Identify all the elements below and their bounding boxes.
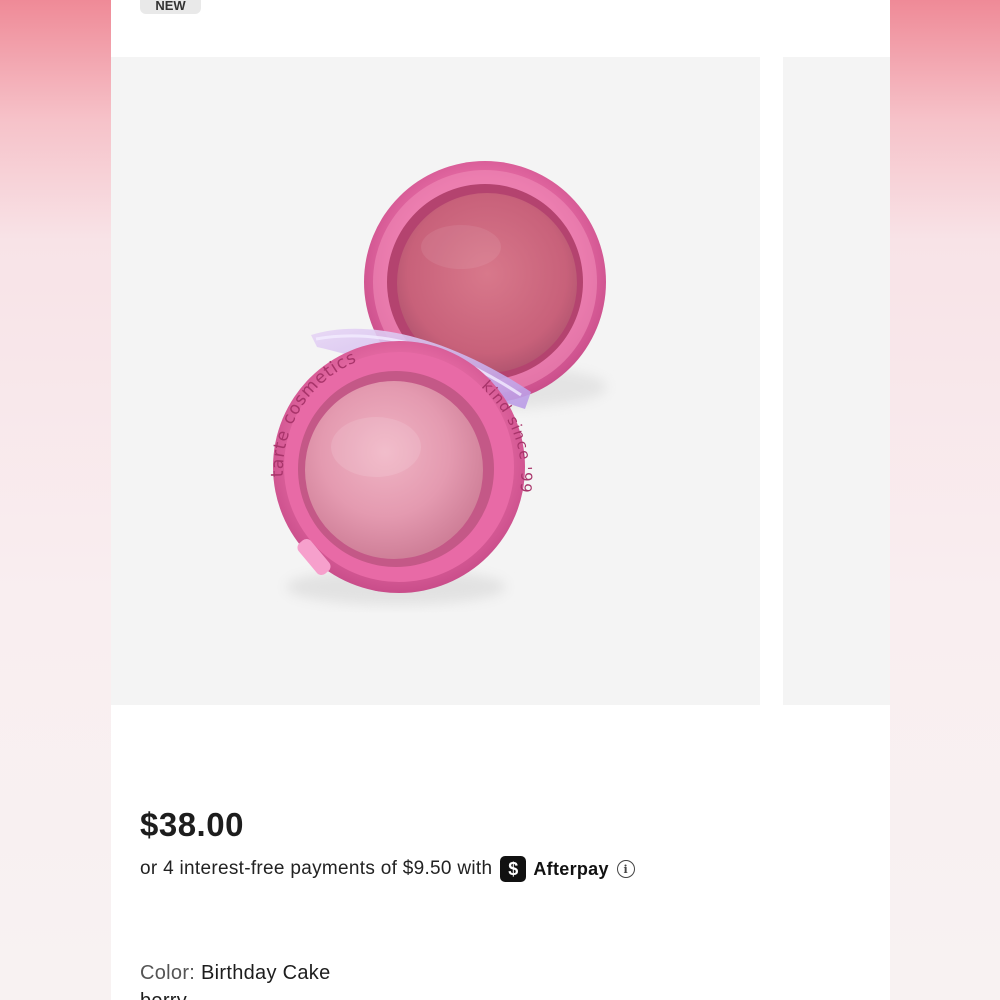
color-value-continued: berry	[140, 990, 187, 1000]
product-image-carousel[interactable]: tarte cosmetics kind since '99	[111, 57, 890, 705]
color-label: Color:	[140, 962, 196, 984]
installment-info: or 4 interest-free payments of $9.50 wit…	[140, 856, 635, 882]
blush-compact-image: tarte cosmetics kind since '99	[268, 161, 607, 605]
new-badge: NEW	[140, 0, 201, 14]
product-image[interactable]: tarte cosmetics kind since '99	[111, 57, 760, 705]
info-icon[interactable]: i	[616, 860, 635, 878]
afterpay-logo-icon: $	[500, 856, 527, 882]
installment-text: or 4 interest-free payments of $9.50 wit…	[140, 858, 493, 879]
next-product-image[interactable]	[783, 57, 890, 705]
product-price: $38.00	[140, 806, 244, 843]
background-right-gradient	[890, 0, 1000, 1000]
background-left-gradient	[0, 0, 111, 1000]
afterpay-label: Afterpay	[533, 858, 609, 879]
color-value: Birthday Cake	[201, 962, 331, 984]
color-selection: Color: Birthday Cake	[140, 962, 331, 985]
product-card: NEW tarte cosmetics kind since '99 $38.0…	[111, 0, 890, 1000]
